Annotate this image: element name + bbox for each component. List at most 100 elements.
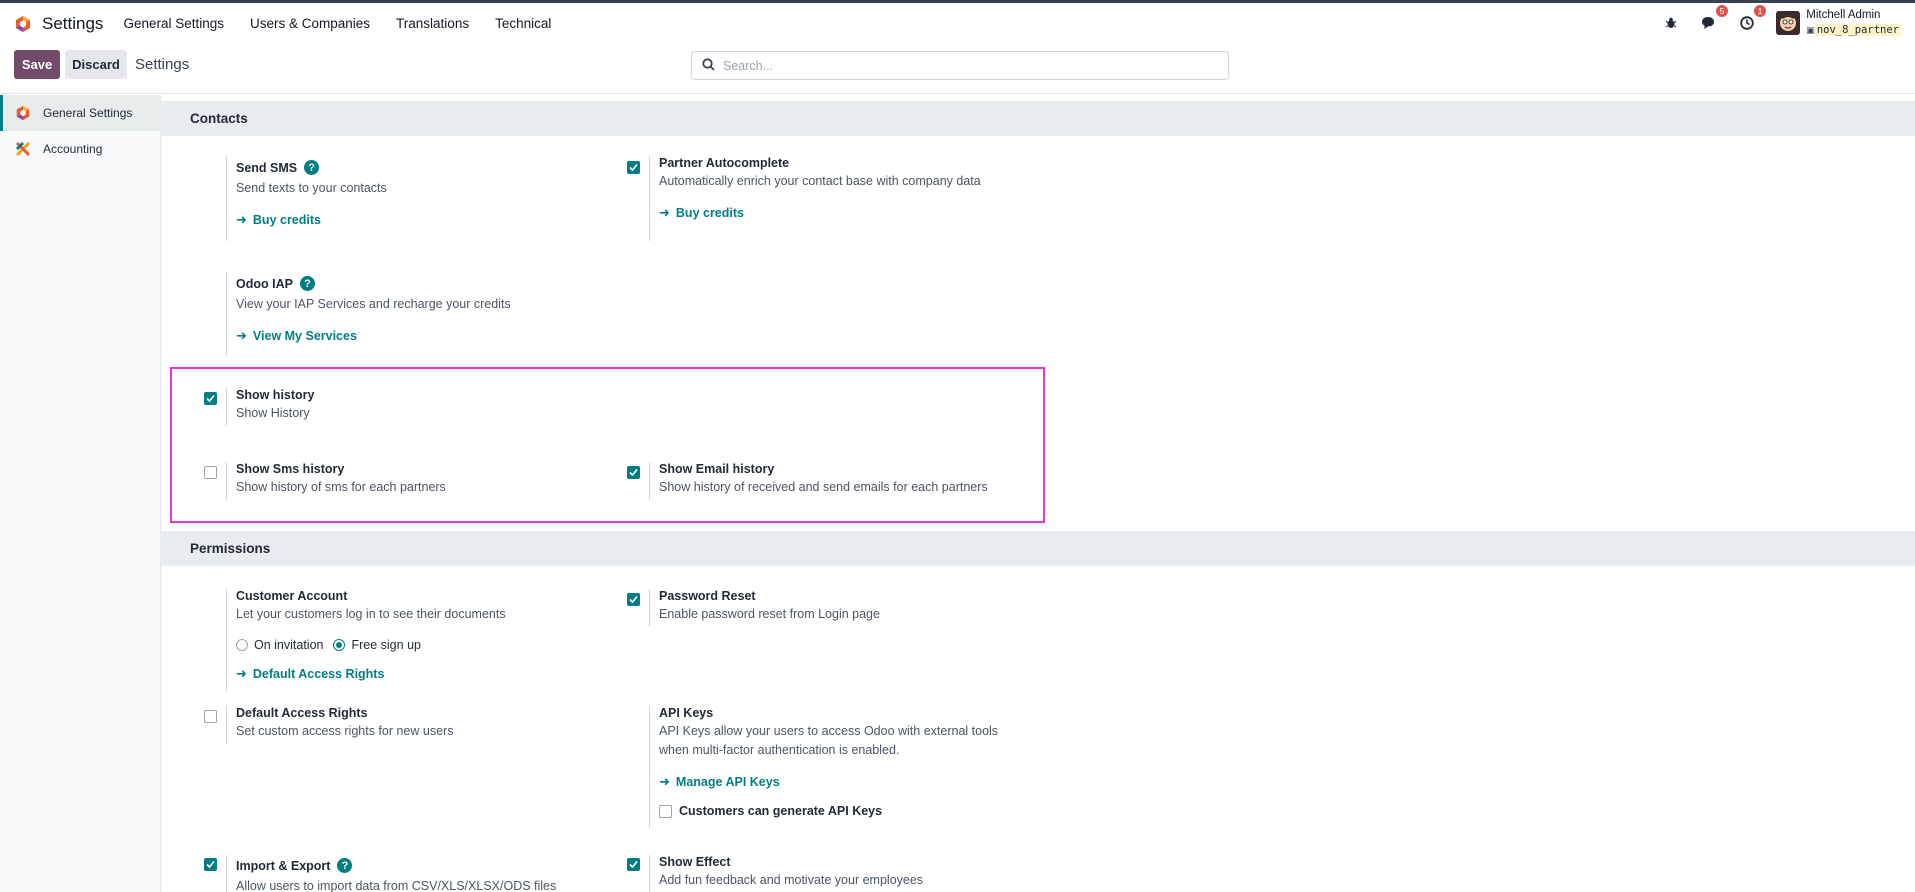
view-my-services-link[interactable]: ➜ View My Services [236,328,596,344]
menu-users-companies[interactable]: Users & Companies [250,16,370,31]
setting-description: Enable password reset from Login page [659,607,880,621]
show-effect-checkbox[interactable] [627,858,640,871]
sidebar-item-label: Accounting [43,142,103,156]
help-icon[interactable]: ? [299,276,315,291]
link-text: Buy credits [252,213,321,227]
radio-free-sign-up[interactable] [333,639,346,651]
desc-line: when multi-factor authentication is enab… [659,743,900,757]
database-icon: ▣ [1806,25,1815,35]
app-name[interactable]: Settings [42,14,103,34]
search-input[interactable] [723,58,1203,73]
divider [226,589,227,691]
discard-button[interactable]: Discard [65,50,127,79]
setting-password-reset: Password Reset Enable password reset fro… [649,589,1099,627]
activity-badge: 1 [1753,5,1767,17]
section-title: Permissions [190,541,271,556]
setting-description: Send texts to your contacts [236,181,387,195]
search-icon [702,57,715,74]
divider [226,272,227,356]
search-box[interactable] [691,51,1229,80]
setting-title: Password Reset [659,589,756,603]
setting-title: Import & Export ? [236,855,596,873]
divider [226,388,227,426]
setting-title: API Keys [659,706,714,720]
radio-label: Free sign up [351,638,421,652]
divider [649,462,650,500]
menu-general-settings[interactable]: General Settings [123,16,224,31]
import-export-checkbox[interactable] [204,858,217,871]
setting-title-text: Send SMS [236,160,298,175]
setting-description: Automatically enrich your contact base w… [659,174,981,188]
radio-on-invitation[interactable] [236,639,248,651]
checkbox-label: Customers can generate API Keys [679,804,883,818]
arrow-right-icon: ➜ [236,666,247,681]
db-name: nov_8_partner [1814,24,1901,36]
menu-technical[interactable]: Technical [495,16,551,31]
setting-title-text: Odoo IAP [236,276,293,291]
setting-import-export: Import & Export ? Allow users to import … [226,855,596,892]
setting-title: Show Email history [659,462,775,476]
show-history-checkbox[interactable] [204,392,217,405]
divider [649,589,650,627]
user-menu[interactable]: Mitchell Admin ▣ nov_8_partner [1806,9,1901,37]
default-access-rights-link[interactable]: ➜ Default Access Rights [236,666,596,682]
setting-description: Show history of received and send emails… [659,480,988,494]
help-icon[interactable]: ? [337,858,353,873]
setting-api-keys: API Keys API Keys allow your users to ac… [649,706,1099,828]
activity-clock-icon[interactable]: 1 [1736,5,1767,34]
odoo-logo-icon[interactable] [14,15,32,33]
show-email-history-checkbox[interactable] [627,466,640,479]
customers-generate-api-keys-option[interactable]: Customers can generate API Keys [659,804,1099,818]
chat-badge: 5 [1715,5,1729,17]
default-access-rights-checkbox[interactable] [204,710,217,723]
bug-icon[interactable] [1660,12,1682,34]
sidebar-item-general-settings[interactable]: General Settings [0,95,160,131]
setting-title: Show Effect [659,855,731,869]
password-reset-checkbox[interactable] [627,593,640,606]
setting-show-sms-history: Show Sms history Show history of sms for… [226,462,596,500]
show-sms-history-checkbox[interactable] [204,466,217,479]
manage-api-keys-link[interactable]: ➜ Manage API Keys [659,774,1099,790]
setting-odoo-iap: Odoo IAP ? View your IAP Services and re… [226,272,596,356]
setting-show-email-history: Show Email history Show history of recei… [649,462,1099,500]
setting-description: Let your customers log in to see their d… [236,607,506,621]
divider [226,706,227,744]
setting-title: Customer Account [236,589,348,603]
partner-autocomplete-checkbox[interactable] [627,161,640,174]
sidebar-item-label: General Settings [43,106,133,120]
divider [649,706,650,828]
buy-credits-link[interactable]: ➜ Buy credits [236,212,596,228]
setting-description: Add fun feedback and motivate your emplo… [659,873,924,887]
section-title: Contacts [190,111,248,126]
buy-credits-link[interactable]: ➜ Buy credits [659,205,1099,221]
sidebar-item-accounting[interactable]: Accounting [0,131,160,167]
accounting-app-icon [15,141,31,157]
setting-title: Odoo IAP ? [236,272,596,291]
link-text: Manage API Keys [675,775,780,789]
customer-account-radio-group: On invitation Free sign up [236,638,596,652]
section-header-contacts: Contacts [161,101,1915,136]
link-text: View My Services [252,329,357,343]
db-row: ▣ nov_8_partner [1806,22,1901,37]
setting-title-text: Import & Export [236,858,331,873]
user-avatar[interactable] [1776,11,1801,35]
desc-line: API Keys allow your users to access Odoo… [659,724,999,738]
divider [226,855,227,892]
control-panel: Save Discard Settings [0,44,1915,94]
setting-title: Show Sms history [236,462,345,476]
save-button[interactable]: Save [14,50,60,79]
settings-sidebar: General Settings Accounting [0,95,161,892]
setting-customer-account: Customer Account Let your customers log … [226,589,596,691]
setting-title: Send SMS ? [236,156,596,175]
chat-icon[interactable]: 5 [1698,5,1729,34]
setting-description: API Keys allow your users to access Odoo… [659,722,1099,760]
customers-generate-api-keys-checkbox[interactable] [659,804,672,818]
setting-title: Show history [236,388,315,402]
menu-translations[interactable]: Translations [396,16,469,31]
help-icon[interactable]: ? [304,160,320,175]
setting-send-sms: Send SMS ? Send texts to your contacts ➜… [226,156,596,241]
setting-partner-autocomplete: Partner Autocomplete Automatically enric… [649,156,1099,241]
setting-description: View your IAP Services and recharge your… [236,297,511,311]
arrow-right-icon: ➜ [659,774,670,789]
divider [649,855,650,892]
